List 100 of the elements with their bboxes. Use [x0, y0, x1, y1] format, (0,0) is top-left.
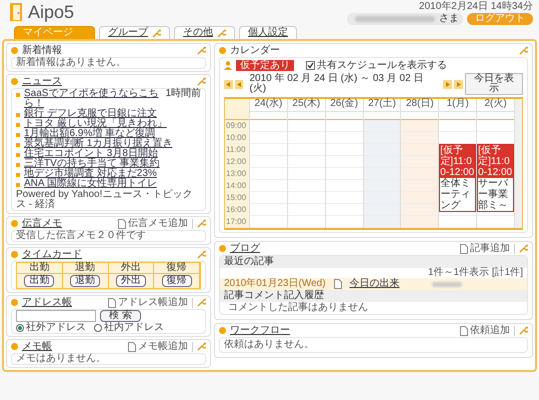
news-link[interactable]: 三洋TVの持ち手当て 事業集約: [24, 159, 201, 169]
wrench-icon[interactable]: [197, 77, 206, 86]
wrench-icon[interactable]: [519, 244, 528, 253]
calendar-event[interactable]: [仮予定]11:00-12:00 全体ミーティング: [439, 144, 476, 212]
search-input[interactable]: [16, 310, 96, 322]
day-header: 2(火): [477, 99, 514, 112]
day-header: 28(日): [401, 99, 438, 112]
column-header: 出勤: [17, 263, 63, 274]
add-button[interactable]: アドレス帳追加: [104, 298, 193, 308]
wrench-icon[interactable]: [197, 219, 206, 228]
news-time: 1時間前: [165, 89, 201, 99]
radio-label: 社外アドレス: [26, 323, 86, 333]
bullet-icon: [16, 113, 20, 117]
document-icon: [108, 298, 116, 308]
news-link[interactable]: トヨタ 厳しい現況「見きわれ」: [24, 119, 201, 129]
previous-day-button[interactable]: [234, 80, 244, 88]
punch-button[interactable]: 退勤: [70, 275, 100, 287]
widget-title[interactable]: アドレス帳: [22, 298, 72, 308]
bullet-icon: [16, 173, 20, 177]
widget-title: カレンダー: [230, 46, 280, 56]
wrench-icon[interactable]: [519, 46, 528, 55]
entry-link[interactable]: 今日の出来: [350, 279, 400, 289]
next-week-button[interactable]: [454, 80, 463, 88]
calendar-event[interactable]: [仮予定]11:00-12:00 サーバー事業部ミ～: [477, 144, 514, 212]
document-icon: [128, 342, 136, 352]
search-button[interactable]: 検 索: [100, 310, 141, 322]
add-button[interactable]: 記事追加: [456, 244, 515, 254]
bullet-dot-icon: [11, 47, 18, 54]
widget-title[interactable]: 伝言メモ: [22, 218, 62, 228]
news-link[interactable]: 銀行 デフレ克服で日銀に注文: [24, 109, 201, 119]
widget-title[interactable]: タイムカード: [22, 250, 82, 260]
wrench-icon[interactable]: [197, 46, 206, 55]
news-credit: Powered by Yahoo!ニュース・トピックス - 経済: [16, 190, 194, 210]
bullet-dot-icon: [11, 343, 18, 350]
punch-button[interactable]: 復帰: [162, 275, 192, 287]
checkbox[interactable]: [306, 61, 315, 70]
punch-button[interactable]: 外出: [116, 275, 146, 287]
widget-title[interactable]: ブログ: [230, 244, 260, 254]
add-button[interactable]: 伝言メモ追加: [114, 218, 193, 228]
day-header: 24(水): [250, 99, 287, 112]
news-link[interactable]: 住宅エコポイント 3月8日開始: [24, 149, 201, 159]
nav-tab[interactable]: グループ: [99, 26, 170, 39]
current-datetime: 2010年2月24日 14時34分: [419, 2, 533, 12]
event-header: [仮予定]11:00-12:00: [478, 145, 514, 178]
page-count: 1件～1件表示 [計1件]: [426, 268, 524, 278]
punch-button[interactable]: 出勤: [24, 275, 54, 287]
nav-tab[interactable]: 個人設定: [239, 26, 297, 39]
wrench-icon[interactable]: [217, 28, 226, 38]
add-button[interactable]: メモ帳追加: [124, 342, 193, 352]
widget-message: 新着情報はありません。: [16, 57, 126, 68]
add-button[interactable]: 依頼追加: [456, 326, 515, 336]
today-button[interactable]: 今日を表示: [464, 73, 524, 95]
wrench-icon[interactable]: [197, 298, 206, 307]
section-heading: 最近の記事: [220, 256, 527, 268]
column-header: 外出: [108, 263, 154, 274]
widget-message: メモはありません。: [16, 353, 106, 364]
news-link[interactable]: 景気基調判断 1カ月振り据え置き: [24, 139, 201, 149]
widget-title[interactable]: メモ帳: [22, 342, 52, 352]
tentative-badge[interactable]: 仮予定あり: [236, 60, 294, 71]
news-link[interactable]: SaaSでアイポを使うならこちら！: [24, 89, 162, 109]
widget-message: 依頼はありません。: [224, 339, 314, 350]
bullet-dot-icon: [219, 47, 226, 54]
bullet-dot-icon: [11, 78, 18, 85]
door-logo-icon: [10, 2, 24, 22]
document-icon: [334, 279, 342, 289]
news-link[interactable]: 地デジ市場調査 対応まだ23%: [24, 169, 201, 179]
bullet-dot-icon: [11, 251, 18, 258]
logo-text: Aipo5: [28, 2, 74, 22]
scrollbar[interactable]: [514, 99, 522, 228]
day-header: 25(木): [288, 99, 325, 112]
previous-week-button[interactable]: [224, 80, 233, 88]
bullet-icon: [16, 123, 20, 127]
column-header: 退勤: [62, 263, 108, 274]
bullet-icon: [16, 153, 20, 157]
event-header: [仮予定]11:00-12:00: [440, 145, 476, 178]
wrench-icon[interactable]: [197, 342, 206, 351]
date-range: 2010 年 02 月 24 日 (水) ～ 03 月 02 日 (火): [249, 74, 424, 94]
blog-entry-row[interactable]: 2010年01月23日(Wed) 今日の出来: [220, 278, 527, 290]
radio-button[interactable]: [94, 324, 102, 332]
news-link[interactable]: 1月輸出額6.9%増 車など復調: [24, 129, 201, 139]
all-day-cell[interactable]: [401, 112, 438, 120]
wrench-icon[interactable]: [519, 326, 528, 335]
next-day-button[interactable]: [443, 80, 452, 88]
checkbox-label: 共有スケジュールを表示する: [317, 60, 447, 70]
person-icon: [224, 61, 232, 70]
wrench-icon[interactable]: [197, 250, 206, 259]
day-header: 27(土): [364, 99, 400, 112]
wrench-icon[interactable]: [152, 28, 161, 38]
bullet-icon: [16, 183, 20, 187]
section-heading: 記事コメント記入履歴: [220, 290, 527, 302]
bullet-dot-icon: [219, 245, 226, 252]
widget-title[interactable]: ニュース: [22, 76, 62, 86]
radio-button[interactable]: [16, 324, 24, 332]
news-link[interactable]: ANA 国際線に女性専用トイレ: [24, 179, 201, 189]
all-day-cell[interactable]: [364, 112, 400, 120]
document-icon: [460, 244, 468, 254]
nav-tab[interactable]: その他: [174, 26, 235, 39]
widget-title[interactable]: ワークフロー: [230, 326, 290, 336]
entry-date: 2010年01月23日(Wed): [224, 279, 326, 289]
bullet-dot-icon: [11, 220, 18, 227]
